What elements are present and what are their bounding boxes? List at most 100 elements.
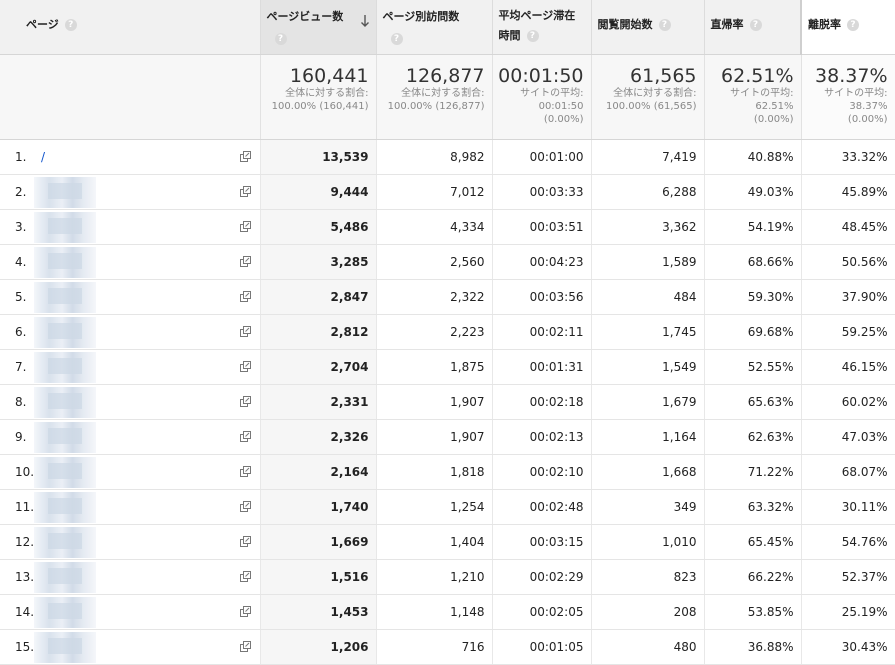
row-index: 1. [15, 149, 27, 164]
pageviews-cell: 2,326 [260, 419, 377, 455]
open-in-new-window-icon[interactable] [239, 605, 251, 617]
pageviews-cell: 9,444 [260, 174, 377, 210]
avg-time-cell: 00:02:05 [492, 594, 592, 630]
entrances-cell: 1,549 [591, 349, 705, 385]
row-index: 10. [15, 464, 35, 479]
entrances-cell: 3,362 [591, 209, 705, 245]
open-in-new-window-icon[interactable] [239, 500, 251, 512]
summary-exit-rate: 38.37% サイトの平均: 38.37% (0.00%) [801, 54, 895, 140]
help-icon[interactable]: ? [274, 33, 287, 45]
help-icon[interactable]: ? [749, 19, 762, 31]
column-header-exit-rate[interactable]: 離脱率? [800, 0, 895, 55]
avg-time-cell: 00:03:15 [492, 524, 592, 560]
pageviews-cell: 1,516 [260, 559, 377, 595]
entrances-cell: 7,419 [591, 139, 705, 175]
page-link[interactable]: / [41, 150, 45, 164]
page-cell: 14. [0, 594, 261, 630]
row-index: 13. [15, 569, 35, 584]
table-row: 15. 1,206 716 00:01:05 480 36.88% 30.43% [0, 629, 895, 665]
open-in-new-window-icon[interactable] [239, 150, 251, 162]
bounce-rate-cell: 68.66% [704, 244, 802, 280]
open-in-new-window-icon[interactable] [239, 185, 251, 197]
bounce-rate-cell: 63.32% [704, 489, 802, 525]
entrances-cell: 1,668 [591, 454, 705, 490]
unique-pageviews-cell: 4,334 [376, 209, 493, 245]
open-in-new-window-icon[interactable] [239, 395, 251, 407]
open-in-new-window-icon[interactable] [239, 220, 251, 232]
redacted-page-path [34, 456, 96, 488]
open-in-new-window-icon[interactable] [239, 360, 251, 372]
column-header-pageviews[interactable]: ページビュー数? [260, 0, 377, 55]
summary-caption: (0.00%) [753, 113, 794, 125]
page-cell: 15. [0, 629, 261, 665]
open-in-new-window-icon[interactable] [239, 325, 251, 337]
exit-rate-cell: 52.37% [801, 559, 895, 595]
bounce-rate-cell: 52.55% [704, 349, 802, 385]
exit-rate-cell: 45.89% [801, 174, 895, 210]
exit-rate-cell: 37.90% [801, 279, 895, 315]
summary-value: 160,441 [289, 64, 369, 87]
help-icon[interactable]: ? [847, 19, 859, 31]
column-header-bounce-rate[interactable]: 直帰率? [704, 0, 802, 55]
help-icon[interactable]: ? [526, 30, 539, 42]
redacted-page-path [34, 491, 96, 523]
page-cell: 9. [0, 419, 261, 455]
summary-caption: (0.00%) [543, 113, 584, 125]
unique-pageviews-cell: 1,818 [376, 454, 493, 490]
redacted-page-path [34, 386, 96, 418]
open-in-new-window-icon[interactable] [239, 430, 251, 442]
table-row: 3. 5,486 4,334 00:03:51 3,362 54.19% 48.45% [0, 209, 895, 245]
analytics-table: ページ? ページビュー数? ページ別訪問数? 平均ページ滞在時間? 閲覧開始数?… [0, 0, 895, 665]
redacted-page-path [34, 176, 96, 208]
table-row: 13. 1,516 1,210 00:02:29 823 66.22% 52.37% [0, 559, 895, 595]
table-row: 12. 1,669 1,404 00:03:15 1,010 65.45% 54.76% [0, 524, 895, 560]
bounce-rate-cell: 65.63% [704, 384, 802, 420]
summary-caption: 100.00% (160,441) [271, 100, 369, 112]
avg-time-cell: 00:01:00 [492, 139, 592, 175]
column-label: 閲覧開始数 [597, 18, 653, 31]
exit-rate-cell: 30.11% [801, 489, 895, 525]
sort-descending-icon[interactable] [360, 14, 370, 28]
summary-caption: 全体に対する割合: [401, 87, 485, 99]
row-index: 14. [15, 604, 35, 619]
avg-time-cell: 00:01:05 [492, 629, 592, 665]
column-header-page[interactable]: ページ? [0, 0, 261, 55]
entrances-cell: 1,164 [591, 419, 705, 455]
summary-caption: 全体に対する割合: [613, 87, 697, 99]
avg-time-cell: 00:03:33 [492, 174, 592, 210]
open-in-new-window-icon[interactable] [239, 535, 251, 547]
redacted-page-path [34, 421, 96, 453]
open-in-new-window-icon[interactable] [239, 290, 251, 302]
row-index: 2. [15, 184, 27, 199]
column-header-entrances[interactable]: 閲覧開始数? [591, 0, 705, 55]
entrances-cell: 6,288 [591, 174, 705, 210]
open-in-new-window-icon[interactable] [239, 465, 251, 477]
row-index: 6. [15, 324, 27, 339]
open-in-new-window-icon[interactable] [239, 255, 251, 267]
open-in-new-window-icon[interactable] [239, 640, 251, 652]
help-icon[interactable]: ? [390, 33, 403, 45]
unique-pageviews-cell: 1,254 [376, 489, 493, 525]
redacted-page-path [34, 596, 96, 628]
column-header-avg-time[interactable]: 平均ページ滞在時間? [492, 0, 592, 55]
table-row: 7. 2,704 1,875 00:01:31 1,549 52.55% 46.15% [0, 349, 895, 385]
unique-pageviews-cell: 1,875 [376, 349, 493, 385]
column-header-unique-pageviews[interactable]: ページ別訪問数? [376, 0, 493, 55]
open-in-new-window-icon[interactable] [239, 570, 251, 582]
pageviews-cell: 1,740 [260, 489, 377, 525]
column-label: ページ別訪問数 [382, 10, 460, 23]
summary-entrances: 61,565 全体に対する割合: 100.00% (61,565) [591, 54, 705, 140]
exit-rate-cell: 50.56% [801, 244, 895, 280]
entrances-cell: 480 [591, 629, 705, 665]
table-row: 9. 2,326 1,907 00:02:13 1,164 62.63% 47.03% [0, 419, 895, 455]
unique-pageviews-cell: 1,907 [376, 384, 493, 420]
column-label: 離脱率 [808, 18, 841, 31]
bounce-rate-cell: 49.03% [704, 174, 802, 210]
help-icon[interactable]: ? [658, 19, 671, 31]
pageviews-cell: 13,539 [260, 139, 377, 175]
page-cell: 11. [0, 489, 261, 525]
table-row: 14. 1,453 1,148 00:02:05 208 53.85% 25.19% [0, 594, 895, 630]
page-cell: 8. [0, 384, 261, 420]
help-icon[interactable]: ? [64, 19, 77, 31]
pageviews-cell: 5,486 [260, 209, 377, 245]
